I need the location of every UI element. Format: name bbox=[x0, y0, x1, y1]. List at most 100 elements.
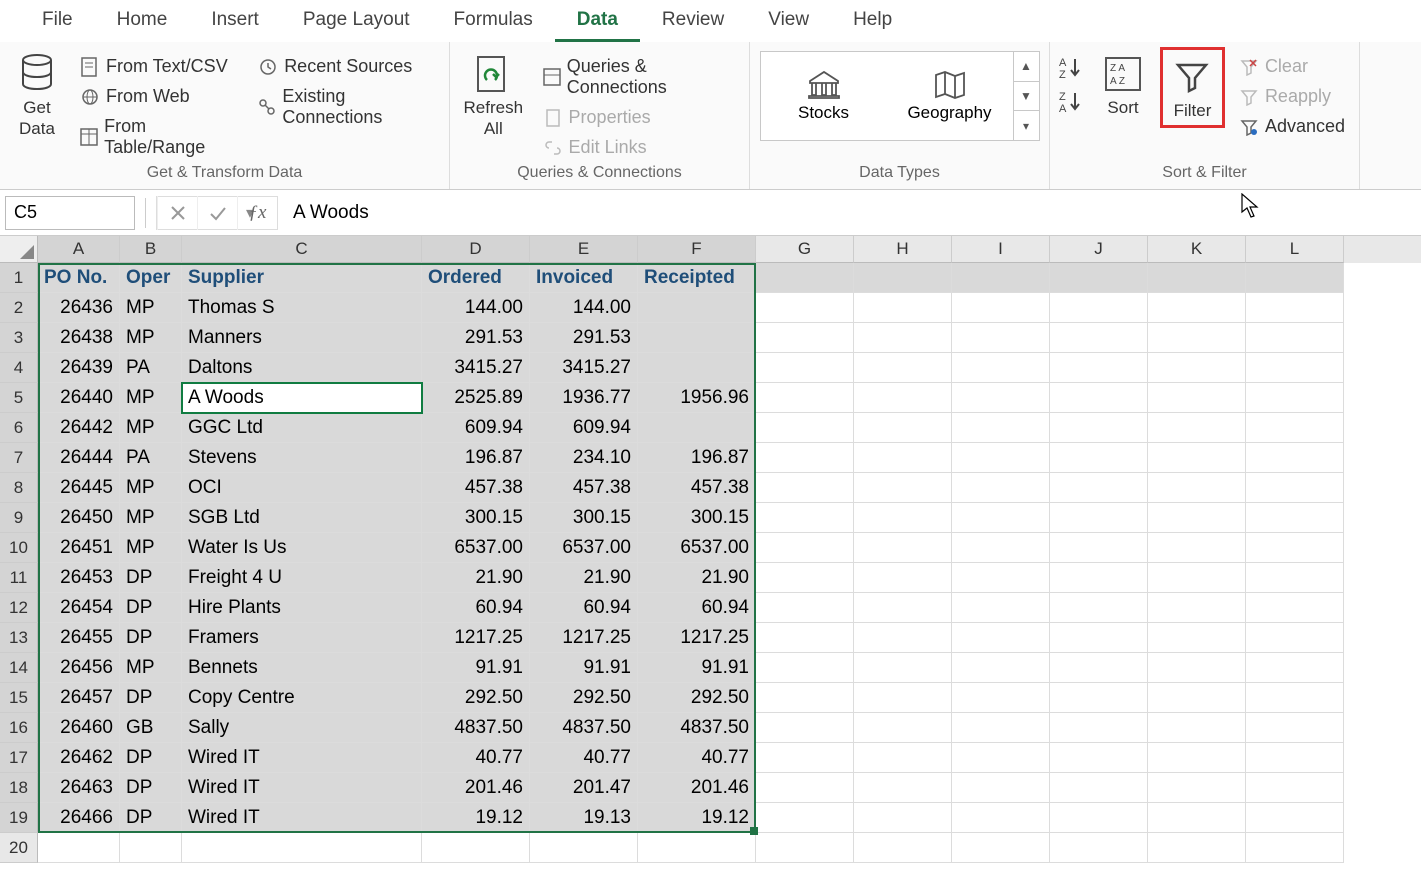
cell[interactable] bbox=[1148, 293, 1246, 323]
tab-view[interactable]: View bbox=[746, 0, 831, 42]
cell-po[interactable]: 26453 bbox=[38, 563, 120, 593]
cell-po[interactable]: 26450 bbox=[38, 503, 120, 533]
properties-button[interactable]: Properties bbox=[537, 104, 741, 131]
cell-supplier[interactable]: Hire Plants bbox=[182, 593, 422, 623]
cell[interactable] bbox=[1148, 803, 1246, 833]
cell[interactable] bbox=[952, 533, 1050, 563]
row-header-18[interactable]: 18 bbox=[0, 773, 38, 803]
cell-po[interactable]: 26463 bbox=[38, 773, 120, 803]
cell-receipted[interactable]: 196.87 bbox=[638, 443, 756, 473]
cell-ordered[interactable]: 292.50 bbox=[422, 683, 530, 713]
cell[interactable] bbox=[1050, 773, 1148, 803]
cell[interactable] bbox=[952, 473, 1050, 503]
cell-receipted[interactable]: 1956.96 bbox=[638, 383, 756, 413]
cell-receipted[interactable] bbox=[638, 293, 756, 323]
edit-links-button[interactable]: Edit Links bbox=[537, 134, 741, 161]
cell[interactable] bbox=[854, 593, 952, 623]
cell[interactable] bbox=[1148, 503, 1246, 533]
cell[interactable] bbox=[1050, 743, 1148, 773]
cell[interactable] bbox=[756, 683, 854, 713]
cell[interactable] bbox=[182, 833, 422, 863]
select-all-button[interactable] bbox=[0, 236, 38, 263]
cell[interactable] bbox=[1148, 833, 1246, 863]
cell-supplier[interactable]: Thomas S bbox=[182, 293, 422, 323]
cell[interactable] bbox=[1050, 563, 1148, 593]
cell-oper[interactable]: PA bbox=[120, 443, 182, 473]
cell[interactable] bbox=[1246, 683, 1344, 713]
cell[interactable] bbox=[1246, 263, 1344, 293]
gallery-more-button[interactable]: ▾ bbox=[1014, 111, 1039, 140]
reapply-filter-button[interactable]: Reapply bbox=[1233, 83, 1351, 110]
advanced-filter-button[interactable]: Advanced bbox=[1233, 113, 1351, 140]
cell[interactable] bbox=[952, 413, 1050, 443]
row-header-13[interactable]: 13 bbox=[0, 623, 38, 653]
cell-invoiced[interactable]: 21.90 bbox=[530, 563, 638, 593]
cell[interactable] bbox=[854, 803, 952, 833]
cell[interactable] bbox=[854, 323, 952, 353]
cell[interactable] bbox=[756, 263, 854, 293]
gallery-down-button[interactable]: ▼ bbox=[1014, 82, 1039, 112]
cell[interactable] bbox=[952, 623, 1050, 653]
cell-receipted[interactable]: 91.91 bbox=[638, 653, 756, 683]
cell-invoiced[interactable]: 91.91 bbox=[530, 653, 638, 683]
column-header-B[interactable]: B bbox=[120, 236, 182, 263]
cell-ordered[interactable]: 1217.25 bbox=[422, 623, 530, 653]
cell-supplier[interactable]: Sally bbox=[182, 713, 422, 743]
cell[interactable] bbox=[952, 293, 1050, 323]
cell[interactable] bbox=[638, 833, 756, 863]
cell[interactable] bbox=[952, 323, 1050, 353]
name-box[interactable]: ▾ bbox=[5, 196, 135, 230]
column-header-F[interactable]: F bbox=[638, 236, 756, 263]
cell[interactable] bbox=[1246, 773, 1344, 803]
cell-supplier[interactable]: Stevens bbox=[182, 443, 422, 473]
column-header-G[interactable]: G bbox=[756, 236, 854, 263]
cell[interactable] bbox=[854, 623, 952, 653]
cell[interactable] bbox=[1148, 773, 1246, 803]
cell-oper[interactable]: DP bbox=[120, 563, 182, 593]
column-header-J[interactable]: J bbox=[1050, 236, 1148, 263]
tab-data[interactable]: Data bbox=[555, 0, 640, 42]
cell-invoiced[interactable]: 19.13 bbox=[530, 803, 638, 833]
cell[interactable] bbox=[38, 833, 120, 863]
cell[interactable] bbox=[952, 383, 1050, 413]
cell-ordered[interactable]: 4837.50 bbox=[422, 713, 530, 743]
row-header-10[interactable]: 10 bbox=[0, 533, 38, 563]
cell[interactable] bbox=[1148, 413, 1246, 443]
cell-po[interactable]: 26438 bbox=[38, 323, 120, 353]
cell-po[interactable]: 26436 bbox=[38, 293, 120, 323]
cell[interactable] bbox=[1246, 353, 1344, 383]
from-table-range-button[interactable]: From Table/Range bbox=[74, 113, 244, 161]
cell-supplier[interactable]: Wired IT bbox=[182, 773, 422, 803]
row-header-2[interactable]: 2 bbox=[0, 293, 38, 323]
cell[interactable] bbox=[1246, 473, 1344, 503]
cell-receipted[interactable]: 19.12 bbox=[638, 803, 756, 833]
cell-ordered[interactable]: 300.15 bbox=[422, 503, 530, 533]
cell[interactable] bbox=[952, 833, 1050, 863]
header-po[interactable]: PO No. bbox=[38, 263, 120, 293]
cell-oper[interactable]: MP bbox=[120, 503, 182, 533]
cell-ordered[interactable]: 457.38 bbox=[422, 473, 530, 503]
cell[interactable] bbox=[952, 713, 1050, 743]
cell-supplier[interactable]: Wired IT bbox=[182, 803, 422, 833]
cell[interactable] bbox=[756, 413, 854, 443]
cell-po[interactable]: 26451 bbox=[38, 533, 120, 563]
cell-receipted[interactable]: 4837.50 bbox=[638, 713, 756, 743]
header-receipted[interactable]: Receipted bbox=[638, 263, 756, 293]
cell[interactable] bbox=[952, 563, 1050, 593]
cell[interactable] bbox=[756, 773, 854, 803]
cell-invoiced[interactable]: 201.47 bbox=[530, 773, 638, 803]
row-header-7[interactable]: 7 bbox=[0, 443, 38, 473]
cell-invoiced[interactable]: 60.94 bbox=[530, 593, 638, 623]
cell-invoiced[interactable]: 234.10 bbox=[530, 443, 638, 473]
cell-invoiced[interactable]: 4837.50 bbox=[530, 713, 638, 743]
cancel-formula-button[interactable] bbox=[157, 196, 197, 230]
cell-invoiced[interactable]: 292.50 bbox=[530, 683, 638, 713]
cell[interactable] bbox=[756, 323, 854, 353]
cell-invoiced[interactable]: 457.38 bbox=[530, 473, 638, 503]
cell-receipted[interactable]: 1217.25 bbox=[638, 623, 756, 653]
refresh-all-button[interactable]: Refresh All bbox=[458, 47, 529, 144]
cell-invoiced[interactable]: 291.53 bbox=[530, 323, 638, 353]
cell[interactable] bbox=[854, 443, 952, 473]
cell-ordered[interactable]: 201.46 bbox=[422, 773, 530, 803]
row-header-3[interactable]: 3 bbox=[0, 323, 38, 353]
